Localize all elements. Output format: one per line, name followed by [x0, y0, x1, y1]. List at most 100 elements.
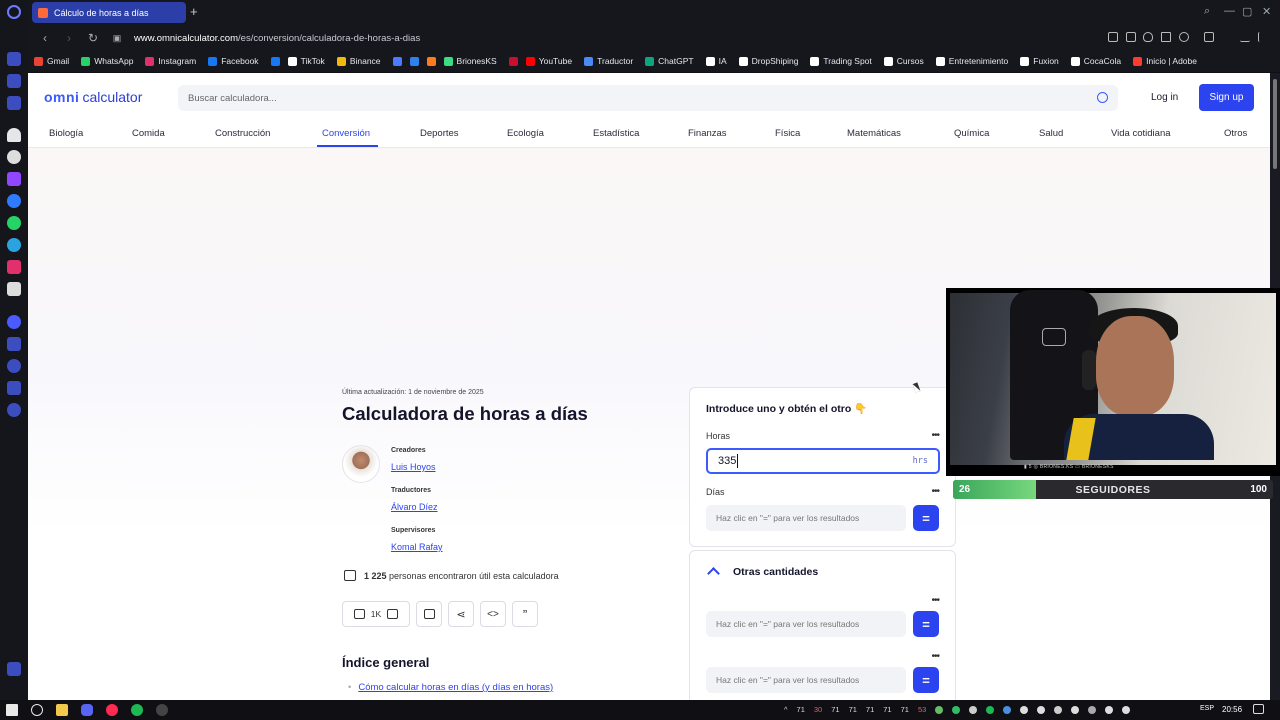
- bookmark-item[interactable]: YouTube: [525, 56, 572, 66]
- bookmark-item[interactable]: DropShiping: [738, 56, 798, 66]
- bookmark-item[interactable]: Facebook: [208, 56, 259, 66]
- bookmark-item[interactable]: [270, 56, 280, 66]
- category-tab[interactable]: Otros: [1224, 128, 1247, 139]
- maximize-icon[interactable]: ▢: [1242, 5, 1252, 18]
- windows-start-icon[interactable]: [6, 704, 18, 716]
- category-tab[interactable]: Matemáticas: [847, 128, 901, 139]
- twitch-icon[interactable]: [7, 172, 21, 186]
- whatsapp-icon[interactable]: [7, 216, 21, 230]
- tray-app-icon[interactable]: [969, 705, 978, 714]
- opera-gx-icon[interactable]: [106, 704, 118, 716]
- thumbs-up-icon[interactable]: [353, 609, 365, 619]
- tray-stat[interactable]: 71: [901, 705, 909, 714]
- tray-expand-icon[interactable]: ^: [784, 705, 788, 714]
- hours-input[interactable]: 335 hrs: [706, 448, 940, 474]
- days-options-icon[interactable]: •••: [931, 486, 939, 497]
- signup-button[interactable]: Sign up: [1199, 84, 1254, 111]
- bookmark-item[interactable]: Gmail: [34, 56, 69, 66]
- tray-stat[interactable]: 71: [849, 705, 857, 714]
- login-link[interactable]: Log in: [1151, 92, 1178, 103]
- history-icon[interactable]: [7, 359, 21, 373]
- search-icon[interactable]: [1097, 92, 1108, 103]
- snapshot-icon[interactable]: [1126, 32, 1136, 42]
- bookmark-page-icon[interactable]: [1108, 32, 1118, 42]
- instagram-icon[interactable]: [7, 260, 21, 274]
- bookmark-item[interactable]: WhatsApp: [81, 56, 133, 66]
- obs-icon[interactable]: [156, 704, 168, 716]
- extensions-puzzle-icon[interactable]: [1204, 32, 1214, 42]
- tray-app-icon[interactable]: [1020, 705, 1029, 714]
- tray-app-icon[interactable]: [1105, 705, 1114, 714]
- category-tab[interactable]: Biología: [49, 128, 83, 139]
- bookmark-item[interactable]: Traductor: [584, 56, 633, 66]
- tray-stat[interactable]: 71: [831, 705, 839, 714]
- quantity-options-icon[interactable]: •••: [931, 651, 939, 662]
- reload-icon[interactable]: ↻: [86, 31, 100, 45]
- notifications-icon[interactable]: [1253, 704, 1264, 714]
- chevron-up-icon[interactable]: [707, 567, 720, 580]
- bookmark-item[interactable]: [409, 56, 419, 66]
- site-search-input[interactable]: Buscar calculadora...: [178, 85, 1118, 111]
- cite-button[interactable]: ”: [512, 601, 538, 627]
- days-result-field[interactable]: Haz clic en "=" para ver los resultados: [706, 505, 906, 531]
- gx-icon[interactable]: [7, 662, 21, 676]
- quantity-result-field[interactable]: Haz clic en "=" para ver los resultados: [706, 611, 906, 637]
- sidebar-app-icon[interactable]: [7, 96, 21, 110]
- tray-stat[interactable]: 71: [883, 705, 891, 714]
- category-tab[interactable]: Conversión: [322, 128, 370, 139]
- tray-stat[interactable]: 53: [918, 705, 926, 714]
- extensions-icon[interactable]: [7, 381, 21, 395]
- quantity-options-icon[interactable]: •••: [931, 595, 939, 606]
- category-tab[interactable]: Vida cotidiana: [1111, 128, 1171, 139]
- language-indicator[interactable]: ESP: [1200, 705, 1214, 712]
- share-button[interactable]: ⋖: [448, 601, 474, 627]
- bookmark-item[interactable]: IA: [705, 56, 727, 66]
- quantity-equals-button[interactable]: =: [913, 611, 939, 637]
- embed-button[interactable]: <>: [480, 601, 506, 627]
- tray-stat[interactable]: 71: [866, 705, 874, 714]
- bookmark-item[interactable]: Entretenimiento: [935, 56, 1008, 66]
- tray-app-icon[interactable]: [986, 705, 995, 714]
- clock[interactable]: 20:56: [1222, 705, 1242, 714]
- bookmark-item[interactable]: [508, 56, 518, 66]
- toc-item[interactable]: Cómo calcular horas en días (y días en h…: [348, 682, 553, 693]
- tray-stat[interactable]: 71: [797, 705, 805, 714]
- bookmark-item[interactable]: CocaCola: [1070, 56, 1121, 66]
- tray-app-icon[interactable]: [935, 705, 944, 714]
- close-icon[interactable]: ✕: [1262, 5, 1271, 18]
- minimize-icon[interactable]: —: [1224, 5, 1235, 17]
- bookmark-item[interactable]: Inicio | Adobe: [1133, 56, 1197, 66]
- hours-options-icon[interactable]: •••: [931, 430, 939, 441]
- chatgpt-icon[interactable]: [7, 150, 21, 164]
- bookmark-item[interactable]: Instagram: [145, 56, 196, 66]
- aria-icon[interactable]: [7, 128, 21, 142]
- category-tab[interactable]: Deportes: [420, 128, 459, 139]
- telegram-icon[interactable]: [7, 238, 21, 252]
- bookmark-item[interactable]: [426, 56, 436, 66]
- browser-tab[interactable]: Cálculo de horas a días: [32, 2, 186, 23]
- category-tab[interactable]: Estadística: [593, 128, 639, 139]
- tray-app-icon[interactable]: [1122, 705, 1131, 714]
- category-tab[interactable]: Comida: [132, 128, 165, 139]
- bookmark-item[interactable]: [392, 56, 402, 66]
- sidebar-app-icon[interactable]: [7, 74, 21, 88]
- tray-app-icon[interactable]: [1037, 705, 1046, 714]
- category-tab[interactable]: Finanzas: [688, 128, 727, 139]
- tray-app-icon[interactable]: [952, 705, 961, 714]
- omni-logo[interactable]: omni calculator: [44, 89, 142, 105]
- bookmark-item[interactable]: Binance: [336, 56, 381, 66]
- url-field[interactable]: www.omnicalculator.com/es/conversion/cal…: [134, 33, 420, 44]
- bookmark-item[interactable]: TikTok: [287, 56, 325, 66]
- menu-icon[interactable]: [1258, 32, 1268, 42]
- like-dislike-button[interactable]: 1K: [342, 601, 410, 627]
- tray-app-icon[interactable]: [1071, 705, 1080, 714]
- back-icon[interactable]: ‹: [38, 31, 52, 45]
- new-tab-button[interactable]: +: [190, 4, 198, 20]
- author-avatar[interactable]: [342, 445, 380, 483]
- bookmark-item[interactable]: Trading Spot: [810, 56, 872, 66]
- download-icon[interactable]: [1240, 32, 1250, 42]
- days-equals-button[interactable]: =: [913, 505, 939, 531]
- messenger-icon[interactable]: [7, 194, 21, 208]
- sidebar-app-icon[interactable]: [7, 52, 21, 66]
- search-icon[interactable]: [31, 704, 43, 716]
